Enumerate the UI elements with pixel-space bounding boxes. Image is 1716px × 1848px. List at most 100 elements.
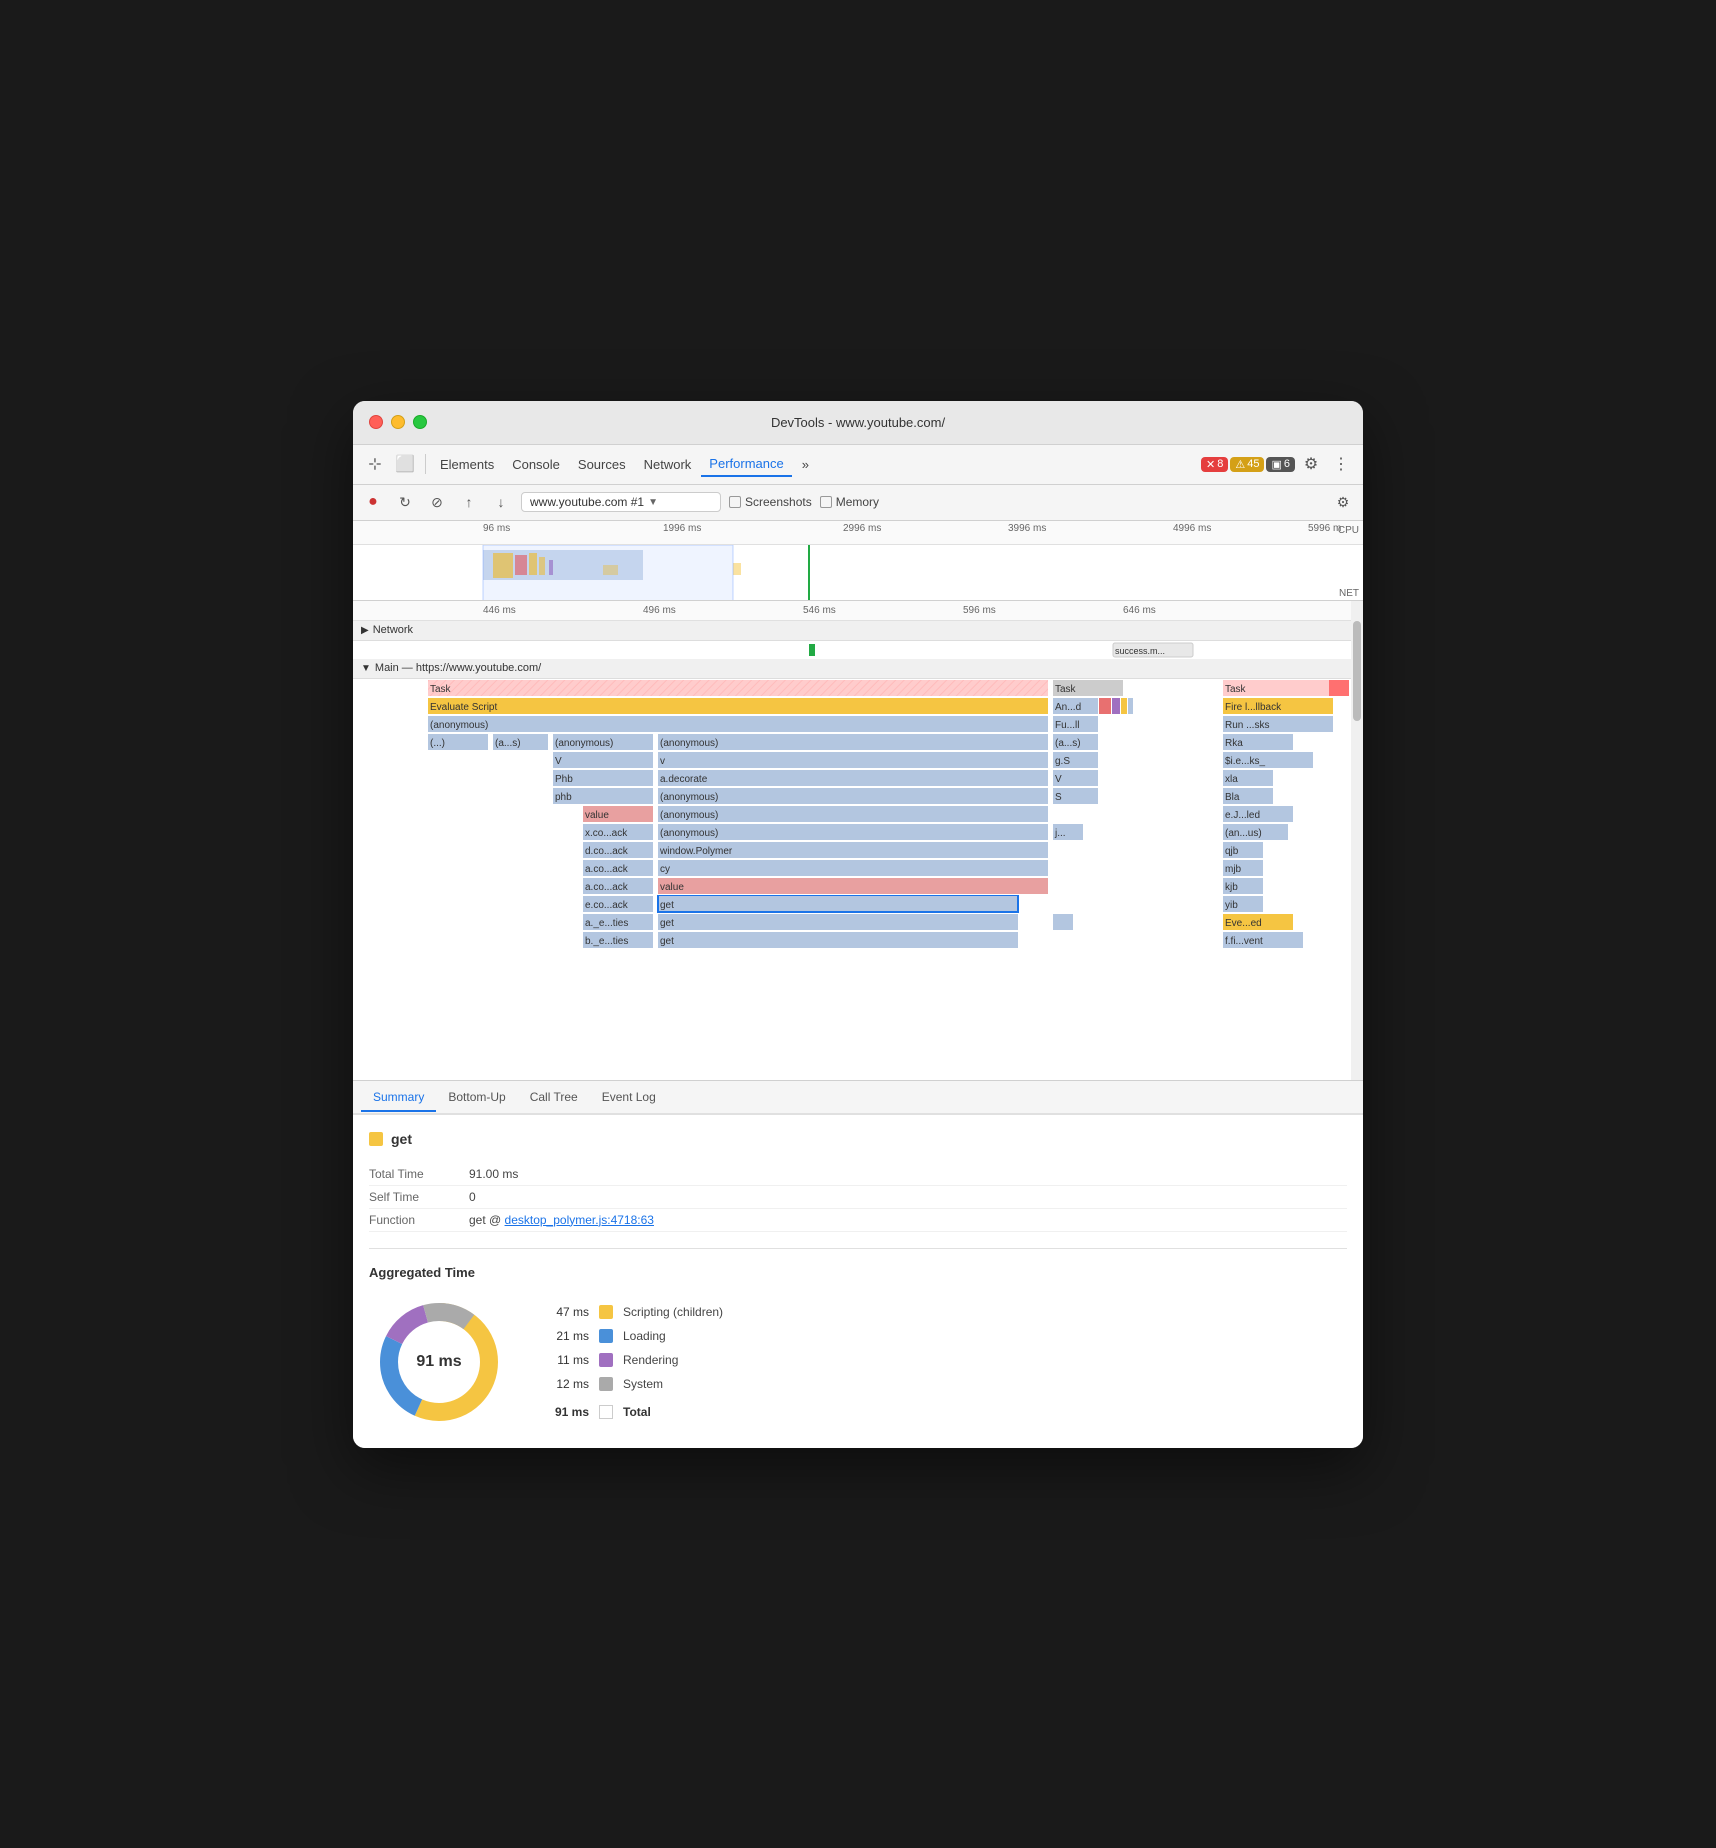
tab-performance[interactable]: Performance (701, 452, 791, 477)
legend: 47 ms Scripting (children) 21 ms Loading… (549, 1305, 723, 1419)
svg-text:a.decorate: a.decorate (660, 774, 708, 785)
tab-bottom-up[interactable]: Bottom-Up (436, 1084, 517, 1112)
svg-text:(anonymous): (anonymous) (660, 792, 718, 803)
flame-row-15[interactable]: b._e...ties get f.fi...vent (353, 931, 1363, 949)
fg-mark-5: 646 ms (1123, 605, 1156, 616)
screenshots-checkbox[interactable] (729, 496, 741, 508)
svg-text:x.co...ack: x.co...ack (585, 828, 628, 839)
svg-text:(a...s): (a...s) (1055, 738, 1081, 749)
flame-row-5[interactable]: V v g.S $i.e...ks_ (353, 751, 1363, 769)
timeline-overview[interactable]: 96 ms 1996 ms 2996 ms 3996 ms 4996 ms 59… (353, 521, 1363, 601)
flame-row-6[interactable]: Phb a.decorate V xla (353, 769, 1363, 787)
timeline-ruler: 96 ms 1996 ms 2996 ms 3996 ms 4996 ms 59… (353, 521, 1363, 545)
svg-text:Eve...ed: Eve...ed (1225, 918, 1262, 929)
flame-row-9[interactable]: x.co...ack (anonymous) j... (an...us) (353, 823, 1363, 841)
tab-more[interactable]: » (794, 453, 817, 476)
total-time-value: 91.00 ms (469, 1163, 1347, 1186)
main-expand-icon[interactable]: ▼ (361, 663, 371, 674)
tab-bar: Summary Bottom-Up Call Tree Event Log (353, 1081, 1363, 1115)
flame-row-14[interactable]: a._e...ties get Eve...ed (353, 913, 1363, 931)
svg-text:value: value (585, 810, 609, 821)
record-button[interactable]: ● (361, 490, 385, 514)
scrollbar-thumb[interactable] (1353, 621, 1361, 721)
svg-text:Task: Task (430, 684, 452, 695)
import-button[interactable]: ↓ (489, 490, 513, 514)
svg-text:get: get (660, 936, 674, 947)
tab-network[interactable]: Network (636, 453, 700, 476)
svg-text:(anonymous): (anonymous) (660, 738, 718, 749)
flame-row-8[interactable]: value (anonymous) e.J...led (353, 805, 1363, 823)
svg-text:window.Polymer: window.Polymer (659, 846, 733, 857)
aggregated-time-section: Aggregated Time (369, 1248, 1347, 1432)
svg-text:Bla: Bla (1225, 792, 1240, 803)
memory-checkbox[interactable] (820, 496, 832, 508)
settings-icon[interactable]: ⚙ (1297, 450, 1325, 478)
clear-button[interactable]: ⊘ (425, 490, 449, 514)
scrollbar-track[interactable] (1351, 601, 1363, 1080)
more-icon[interactable]: ⋮ (1327, 450, 1355, 478)
svg-text:yib: yib (1225, 900, 1238, 911)
summary-color-indicator (369, 1132, 383, 1146)
tab-call-tree[interactable]: Call Tree (518, 1084, 590, 1112)
flame-row-task[interactable]: Task Task Task (353, 679, 1363, 697)
separator (425, 454, 426, 474)
svg-text:cy: cy (660, 864, 670, 875)
system-label: System (623, 1377, 663, 1391)
url-input[interactable]: www.youtube.com #1 ▼ (521, 492, 721, 512)
function-text: get @ (469, 1213, 505, 1227)
fg-mark-2: 496 ms (643, 605, 676, 616)
tab-summary[interactable]: Summary (361, 1084, 436, 1112)
ruler-mark-1: 96 ms (483, 523, 510, 534)
device-icon[interactable]: ⬜ (391, 450, 419, 478)
flame-row-11[interactable]: a.co...ack cy mjb (353, 859, 1363, 877)
main-toolbar: ⊹ ⬜ Elements Console Sources Network Per… (353, 445, 1363, 485)
legend-rendering: 11 ms Rendering (549, 1353, 723, 1367)
flame-row-evaluate-script[interactable]: Evaluate Script An...d Fire l...llback (353, 697, 1363, 715)
maximize-button[interactable] (413, 415, 427, 429)
svg-text:value: value (660, 882, 684, 893)
flame-row-anonymous[interactable]: (anonymous) Fu...ll Run ...sks (353, 715, 1363, 733)
main-section[interactable]: ▼ Main — https://www.youtube.com/ (353, 659, 1363, 679)
rendering-ms: 11 ms (549, 1353, 589, 1367)
total-time-label: Total Time (369, 1163, 469, 1186)
svg-text:b._e...ties: b._e...ties (585, 936, 628, 947)
refresh-button[interactable]: ↻ (393, 490, 417, 514)
perf-settings-icon[interactable]: ⚙ (1331, 490, 1355, 514)
network-section[interactable]: ▶ Network (353, 621, 1363, 641)
self-time-label: Self Time (369, 1185, 469, 1208)
system-ms: 12 ms (549, 1377, 589, 1391)
flame-row-get[interactable]: e.co...ack get yib (353, 895, 1363, 913)
flame-row-10[interactable]: d.co...ack window.Polymer qjb (353, 841, 1363, 859)
net-label: NET (1339, 588, 1359, 599)
total-label: Total (623, 1405, 651, 1419)
flame-row-12[interactable]: a.co...ack value kjb (353, 877, 1363, 895)
minimize-button[interactable] (391, 415, 405, 429)
tab-event-log[interactable]: Event Log (590, 1084, 668, 1112)
close-button[interactable] (369, 415, 383, 429)
flamegraph-container[interactable]: 446 ms 496 ms 546 ms 596 ms 646 ms ▶ Net… (353, 601, 1363, 1081)
memory-option[interactable]: Memory (820, 495, 879, 509)
svg-text:Task: Task (1055, 684, 1077, 695)
network-row: success.m... (353, 641, 1363, 659)
donut-center-label: 91 ms (416, 1353, 461, 1371)
fg-mark-1: 446 ms (483, 605, 516, 616)
export-button[interactable]: ↑ (457, 490, 481, 514)
tab-console[interactable]: Console (504, 453, 568, 476)
network-expand-icon[interactable]: ▶ (361, 625, 369, 636)
self-time-row: Self Time 0 (369, 1185, 1347, 1208)
flame-row-7[interactable]: phb (anonymous) S Bla (353, 787, 1363, 805)
tab-elements[interactable]: Elements (432, 453, 502, 476)
screenshots-option[interactable]: Screenshots (729, 495, 812, 509)
ruler-mark-4: 3996 ms (1008, 523, 1046, 534)
inspect-icon[interactable]: ⊹ (361, 450, 389, 478)
svg-text:Fu...ll: Fu...ll (1055, 720, 1079, 731)
svg-text:success.m...: success.m... (1115, 646, 1165, 656)
agg-content: 91 ms 47 ms Scripting (children) 21 ms L… (369, 1292, 1347, 1432)
warning-badge: ⚠ 45 (1230, 457, 1264, 472)
function-link[interactable]: desktop_polymer.js:4718:63 (505, 1213, 654, 1227)
flame-row-4[interactable]: (...) (a...s) (anonymous) (anonymous) (a… (353, 733, 1363, 751)
svg-text:e.co...ack: e.co...ack (585, 900, 629, 911)
error-icon: ✕ (1206, 458, 1215, 471)
tab-sources[interactable]: Sources (570, 453, 634, 476)
svg-text:S: S (1055, 792, 1062, 803)
